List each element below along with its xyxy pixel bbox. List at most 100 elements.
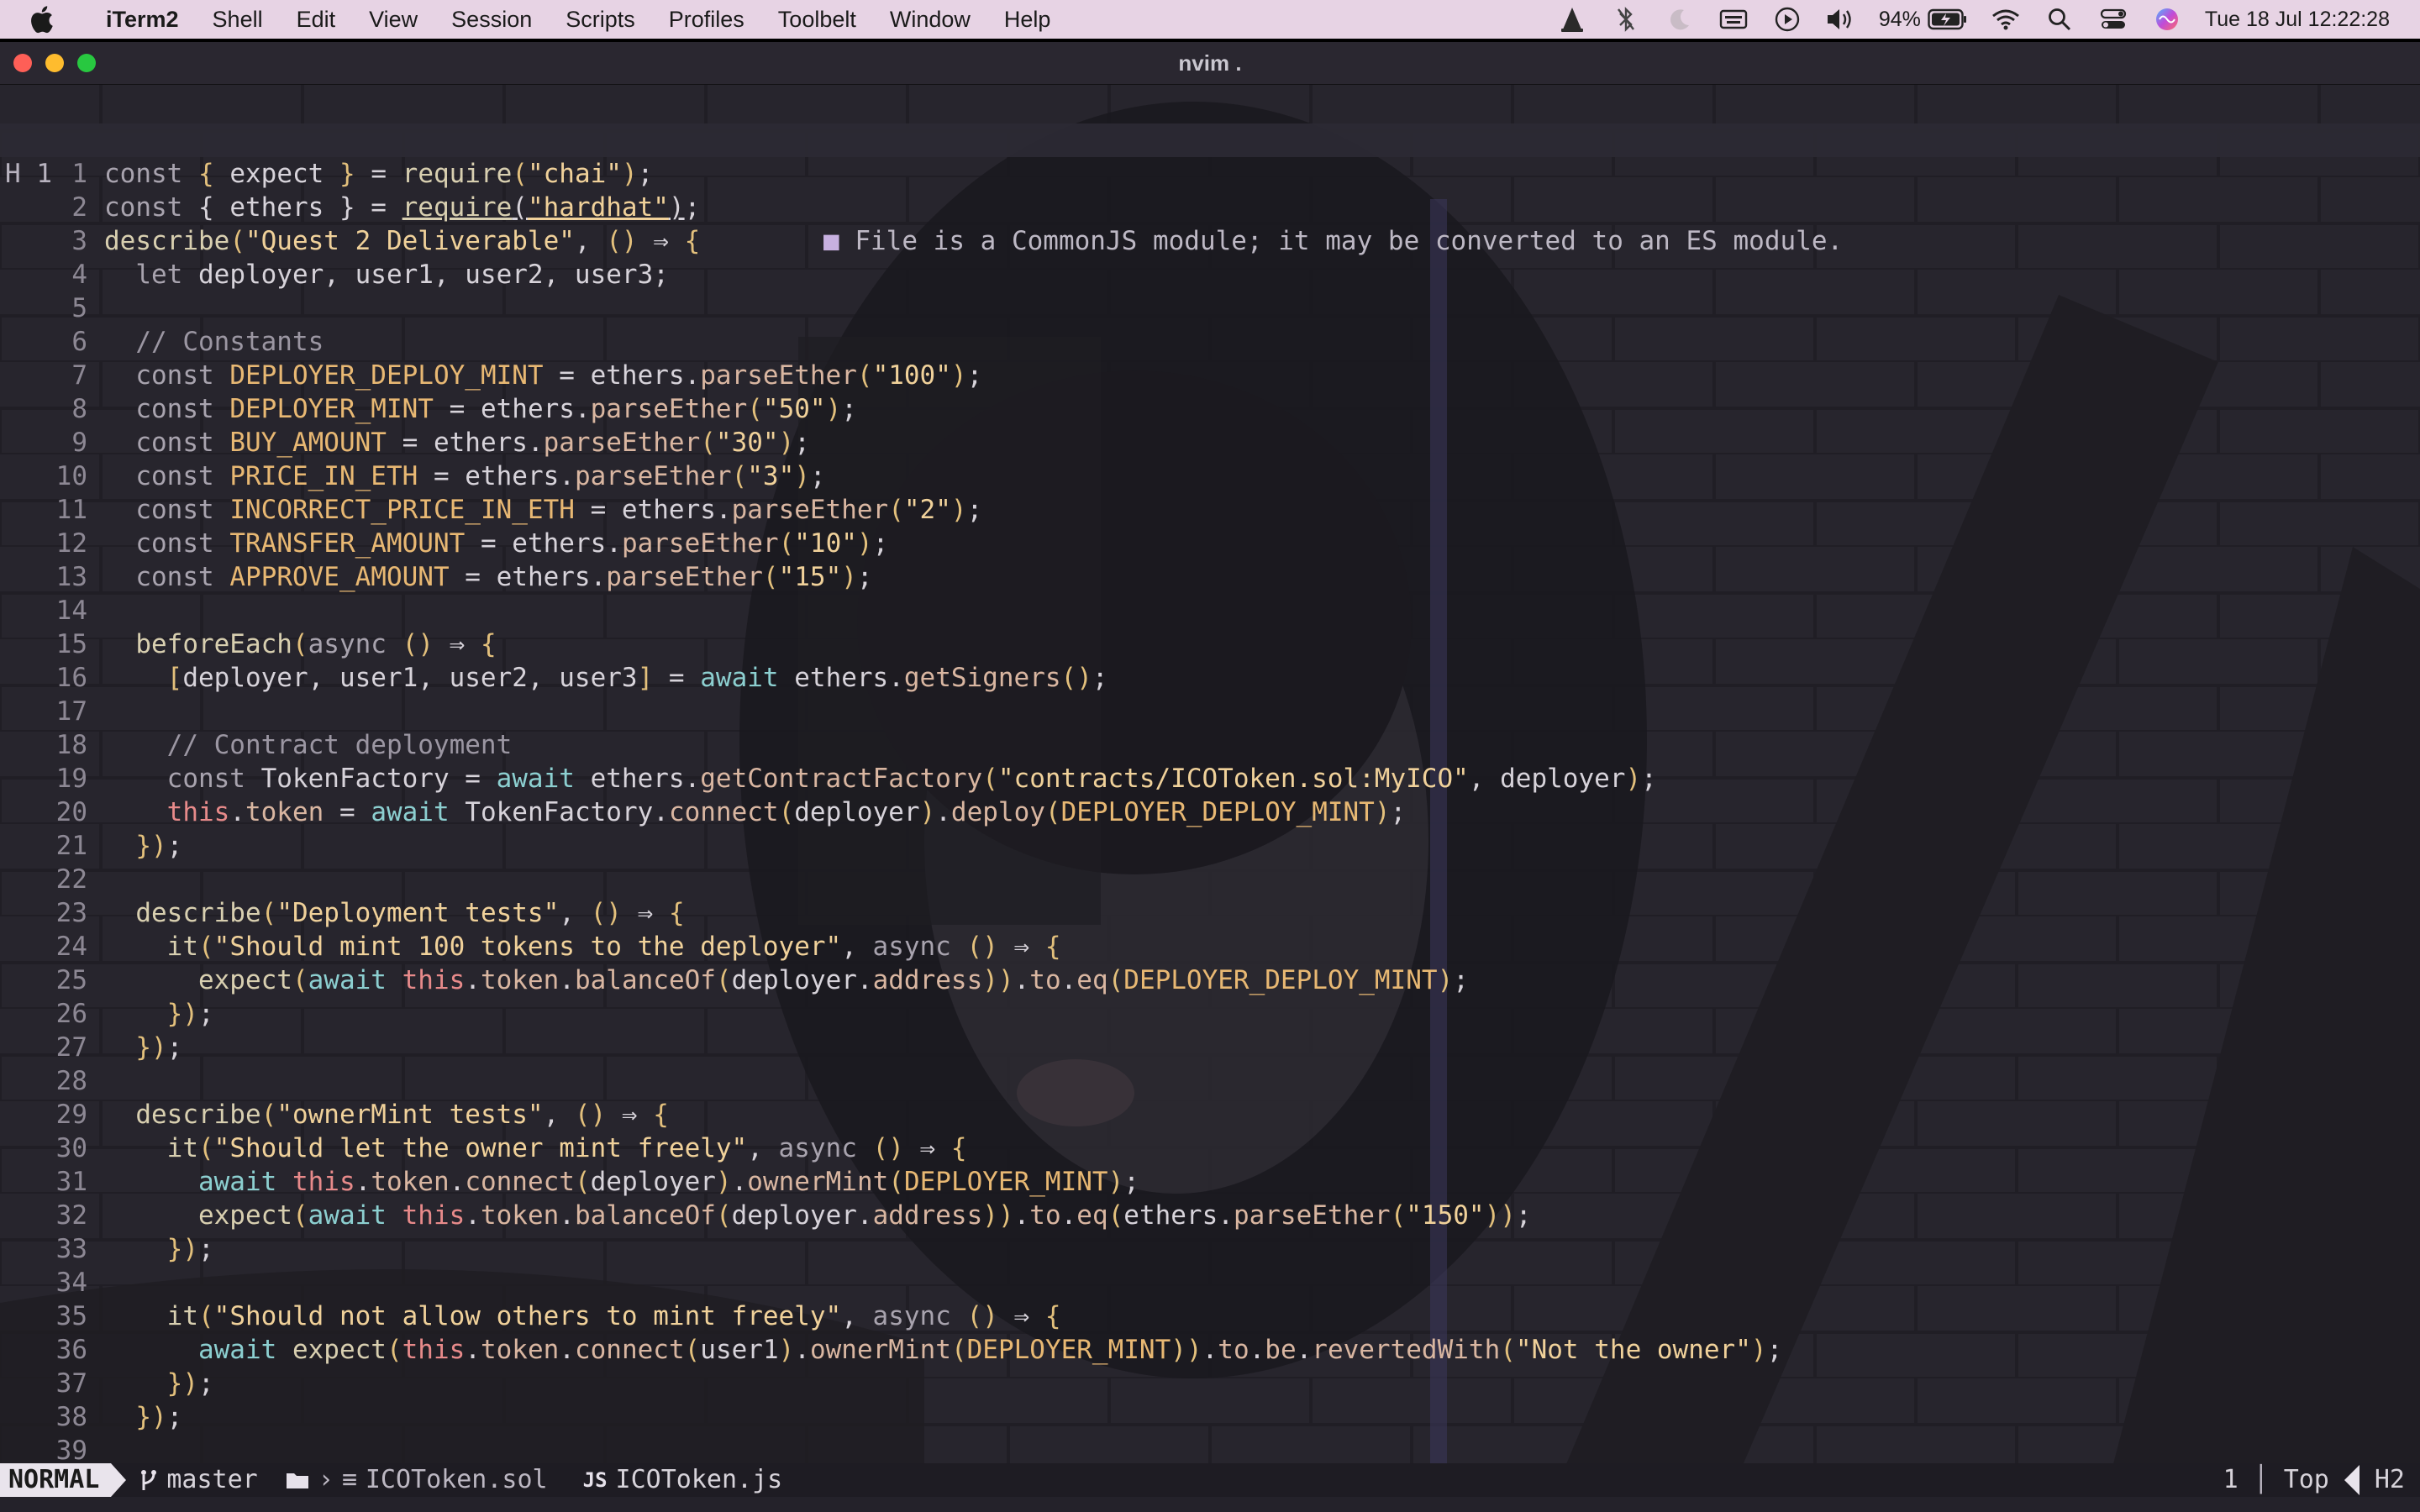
menu-item-scripts[interactable]: Scripts xyxy=(549,0,652,39)
code-line[interactable]: 4 let deployer, user1, user2, user3; xyxy=(0,258,2420,291)
menu-item-iterm2[interactable]: iTerm2 xyxy=(89,0,196,39)
command-line[interactable] xyxy=(0,1497,2420,1512)
code-line[interactable]: 9 const BUY_AMOUNT = ethers.parseEther("… xyxy=(0,426,2420,459)
code-line[interactable]: 19 const TokenFactory = await ethers.get… xyxy=(0,762,2420,795)
code-line[interactable]: 5 xyxy=(0,291,2420,325)
code-line[interactable]: 8 const DEPLOYER_MINT = ethers.parseEthe… xyxy=(0,392,2420,426)
code-line[interactable]: 31 await this.token.connect(deployer).ow… xyxy=(0,1165,2420,1199)
menu-item-shell[interactable]: Shell xyxy=(196,0,280,39)
line-number: 10 xyxy=(55,461,87,491)
right-separator xyxy=(2344,1465,2360,1495)
line-code: // Contract deployment xyxy=(166,730,513,760)
code-line[interactable]: 26 }); xyxy=(0,997,2420,1031)
code-line[interactable]: 6 // Constants xyxy=(0,325,2420,359)
line-code: }); xyxy=(166,1368,214,1399)
buffer-tab-sol[interactable]: ICOToken.sol xyxy=(366,1463,548,1497)
line-code: const APPROVE_AMOUNT = ethers.parseEther… xyxy=(135,562,873,592)
line-number: 21 xyxy=(55,831,87,861)
code-line[interactable]: 35 it("Should not allow others to mint f… xyxy=(0,1299,2420,1333)
code-line[interactable]: 36 await expect(this.token.connect(user1… xyxy=(0,1333,2420,1367)
code-line[interactable]: 7 const DEPLOYER_DEPLOY_MINT = ethers.pa… xyxy=(0,359,2420,392)
code-line[interactable]: 24 it("Should mint 100 tokens to the dep… xyxy=(0,930,2420,963)
code-line[interactable]: 39 xyxy=(0,1434,2420,1467)
code-line[interactable]: 11 const INCORRECT_PRICE_IN_ETH = ethers… xyxy=(0,493,2420,527)
code-line[interactable]: 21 }); xyxy=(0,829,2420,863)
line-code: [deployer, user1, user2, user3] = await … xyxy=(166,663,1108,693)
chevron-right-icon: › xyxy=(318,1465,334,1494)
battery-percent: 94% xyxy=(1878,7,1921,31)
line-number: 22 xyxy=(55,864,87,895)
bluetooth-icon[interactable] xyxy=(1610,5,1642,34)
statusline: NORMAL master › ≡ ICOToken.sol JS ICOTok… xyxy=(0,1463,2420,1497)
code-editor[interactable]: H 1 const { ethers } = require("hardhat"… xyxy=(0,123,2420,1467)
line-code: const DEPLOYER_DEPLOY_MINT = ethers.pars… xyxy=(135,360,983,391)
code-line[interactable]: 2 xyxy=(0,191,2420,224)
line-number: 32 xyxy=(55,1200,87,1231)
js-file-icon: JS xyxy=(582,1468,608,1492)
code-line[interactable]: 25 expect(await this.token.balanceOf(dep… xyxy=(0,963,2420,997)
line-number: 11 xyxy=(55,495,87,525)
code-lines[interactable]: 1 const { expect } = require("chai"); 2 3 de… xyxy=(0,157,2420,1467)
clock[interactable]: Tue 18 Jul 12:22:28 xyxy=(2205,8,2390,32)
line-code: await this.token.connect(deployer).owner… xyxy=(197,1167,1139,1197)
code-line[interactable]: 3 describe("Quest 2 Deliverable", () ⇒ { xyxy=(0,224,2420,258)
vlc-icon[interactable] xyxy=(1556,5,1588,34)
code-line[interactable]: 38 }); xyxy=(0,1400,2420,1434)
line-code: const { expect } = require("chai"); xyxy=(104,159,654,189)
code-line[interactable]: 30 it("Should let the owner mint freely"… xyxy=(0,1131,2420,1165)
menu-item-session[interactable]: Session xyxy=(434,0,549,39)
code-line[interactable]: 28 xyxy=(0,1064,2420,1098)
line-code: it("Should not allow others to mint free… xyxy=(166,1301,1061,1331)
code-line[interactable]: 12 const TRANSFER_AMOUNT = ethers.parseE… xyxy=(0,527,2420,560)
battery-indicator[interactable]: 94% xyxy=(1879,8,1968,32)
code-line[interactable]: 16 [deployer, user1, user2, user3] = awa… xyxy=(0,661,2420,695)
terminal-pane[interactable]: H 1 const { ethers } = require("hardhat"… xyxy=(0,85,2420,1512)
code-line[interactable]: 27 }); xyxy=(0,1031,2420,1064)
code-line[interactable]: 20 this.token = await TokenFactory.conne… xyxy=(0,795,2420,829)
code-line[interactable]: 1 const { expect } = require("chai"); xyxy=(0,157,2420,191)
volume-icon[interactable] xyxy=(1825,5,1857,34)
menu-item-edit[interactable]: Edit xyxy=(280,0,353,39)
line-number: 35 xyxy=(55,1301,87,1331)
line-number: 26 xyxy=(55,999,87,1029)
buffer-tab-js[interactable]: ICOToken.js xyxy=(616,1463,783,1497)
line-code: const PRICE_IN_ETH = ethers.parseEther("… xyxy=(135,461,826,491)
keyboard-icon[interactable] xyxy=(1718,5,1749,34)
battery-icon xyxy=(1928,8,1966,30)
code-line[interactable]: 14 xyxy=(0,594,2420,627)
moon-icon[interactable] xyxy=(1664,5,1696,34)
code-line[interactable]: 37 }); xyxy=(0,1367,2420,1400)
search-icon[interactable] xyxy=(2044,5,2075,34)
line-number: 6 xyxy=(71,327,87,357)
line-code: describe("Quest 2 Deliverable", () ⇒ { xyxy=(104,226,701,256)
play-icon[interactable] xyxy=(1771,5,1803,34)
line-number: 36 xyxy=(55,1335,87,1365)
menu-item-help[interactable]: Help xyxy=(987,0,1068,39)
line-number: 1 xyxy=(71,159,87,189)
menu-item-view[interactable]: View xyxy=(352,0,434,39)
code-line[interactable]: 13 const APPROVE_AMOUNT = ethers.parseEt… xyxy=(0,560,2420,594)
code-line[interactable]: 22 xyxy=(0,863,2420,896)
code-line[interactable]: 18 // Contract deployment xyxy=(0,728,2420,762)
code-line[interactable]: 29 describe("ownerMint tests", () ⇒ { xyxy=(0,1098,2420,1131)
siri-icon[interactable] xyxy=(2151,5,2183,34)
folder-icon[interactable] xyxy=(285,1470,310,1490)
line-code: }); xyxy=(135,831,183,861)
menu-item-profiles[interactable]: Profiles xyxy=(652,0,761,39)
code-line[interactable]: 17 xyxy=(0,695,2420,728)
code-line[interactable]: 10 const PRICE_IN_ETH = ethers.parseEthe… xyxy=(0,459,2420,493)
apple-icon[interactable] xyxy=(29,5,66,34)
menu-item-window[interactable]: Window xyxy=(873,0,987,39)
control-center-icon[interactable] xyxy=(2097,5,2129,34)
wifi-icon[interactable] xyxy=(1990,5,2022,34)
title-bar[interactable]: nvim . xyxy=(0,42,2420,85)
statusline-right-label: H2 xyxy=(2374,1465,2405,1494)
code-line[interactable]: 33 }); xyxy=(0,1232,2420,1266)
code-line[interactable]: 15 beforeEach(async () ⇒ { xyxy=(0,627,2420,661)
line-number: 39 xyxy=(55,1436,87,1466)
code-line[interactable]: 23 describe("Deployment tests", () ⇒ { xyxy=(0,896,2420,930)
iterm2-window: nvim . H 1 const {ethers} = require("h… xyxy=(0,42,2420,1512)
code-line[interactable]: 32 expect(await this.token.balanceOf(dep… xyxy=(0,1199,2420,1232)
code-line[interactable]: 34 xyxy=(0,1266,2420,1299)
menu-item-toolbelt[interactable]: Toolbelt xyxy=(761,0,873,39)
